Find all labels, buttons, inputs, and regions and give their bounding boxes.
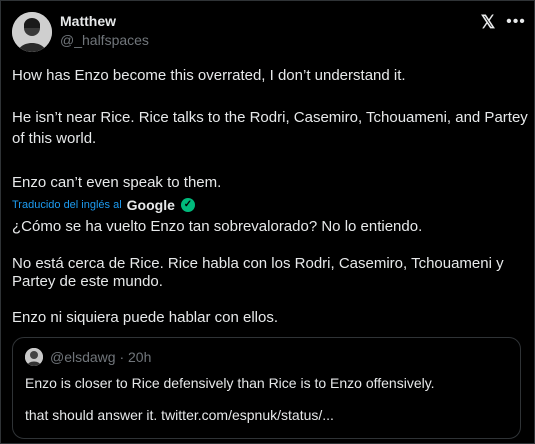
- avatar[interactable]: [12, 12, 52, 52]
- quoted-text-line: that should answer it. twitter.com/espnu…: [25, 407, 334, 423]
- google-logo: Google: [126, 197, 175, 213]
- quoted-avatar[interactable]: [25, 348, 43, 366]
- user-handle[interactable]: @_halfspaces: [60, 32, 149, 48]
- x-logo-icon[interactable]: 𝕏: [478, 12, 498, 32]
- translation-attribution[interactable]: Traducido del inglés al Google ✓: [12, 196, 195, 214]
- translation-label: Traducido del inglés al: [12, 199, 122, 211]
- translated-text-line: Partey de este mundo.: [12, 273, 163, 290]
- more-icon[interactable]: •••: [506, 12, 526, 32]
- tweet-text-line: Enzo can’t even speak to them.: [12, 174, 222, 191]
- tweet-text-line: of this world.: [12, 130, 97, 147]
- check-badge-icon: ✓: [180, 198, 195, 212]
- tweet-text-line: How has Enzo become this overrated, I do…: [12, 67, 406, 84]
- quoted-text-line: Enzo is closer to Rice defensively than …: [25, 375, 435, 391]
- translated-text-line: ¿Cómo se ha vuelto Enzo tan sobrevalorad…: [12, 218, 423, 235]
- quoted-tweet[interactable]: @elsdawg · 20h Enzo is closer to Rice de…: [12, 337, 521, 439]
- tweet-text-line: He isn’t near Rice. Rice talks to the Ro…: [12, 109, 528, 126]
- display-name[interactable]: Matthew: [60, 13, 116, 29]
- quoted-handle-time[interactable]: @elsdawg · 20h: [50, 349, 151, 365]
- translated-text-line: Enzo ni siquiera puede hablar con ellos.: [12, 309, 279, 326]
